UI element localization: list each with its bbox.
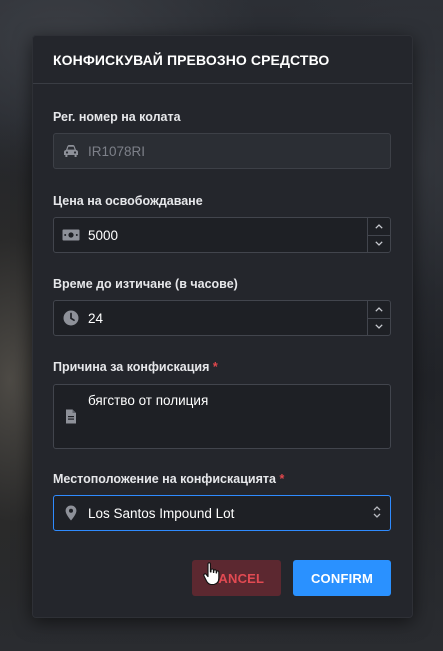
modal-title: КОНФИСКУВАЙ ПРЕВОЗНО СРЕДСТВО bbox=[53, 51, 330, 68]
plate-input: IR1078RI bbox=[53, 133, 391, 169]
reason-value: бягство от полиция bbox=[88, 393, 209, 408]
clock-icon bbox=[54, 310, 88, 326]
required-mark: * bbox=[212, 360, 218, 374]
location-value: Los Santos Impound Lot bbox=[88, 505, 235, 521]
hand-cursor-icon bbox=[203, 562, 220, 586]
expiry-stepper bbox=[367, 301, 390, 335]
impound-vehicle-modal: КОНФИСКУВАЙ ПРЕВОЗНО СРЕДСТВО Рег. номер… bbox=[32, 35, 413, 618]
price-label: Цена на освобождаване bbox=[53, 194, 203, 208]
reason-label-text: Причина за конфискация bbox=[53, 360, 210, 374]
location-label: Местоположение на конфискацията * bbox=[53, 471, 391, 487]
reason-textarea[interactable]: бягство от полиция bbox=[53, 384, 391, 449]
expiry-input[interactable]: 24 bbox=[53, 300, 391, 336]
confirm-button[interactable]: CONFIRM bbox=[293, 560, 391, 596]
plate-field: Рег. номер на колата IR1078RI bbox=[53, 109, 391, 169]
chevron-up-icon bbox=[375, 223, 383, 229]
expiry-decrement-button[interactable] bbox=[368, 317, 390, 336]
chevron-down-icon bbox=[375, 241, 383, 247]
location-label-text: Местоположение на конфискацията bbox=[53, 472, 276, 486]
price-stepper bbox=[367, 218, 390, 252]
map-pin-icon bbox=[54, 505, 88, 521]
document-icon bbox=[54, 385, 88, 448]
chevron-down-icon bbox=[375, 324, 383, 330]
modal-header: КОНФИСКУВАЙ ПРЕВОЗНО СРЕДСТВО bbox=[33, 36, 412, 84]
price-field: Цена на освобождаване 5000 bbox=[53, 193, 391, 253]
location-field: Местоположение на конфискацията * Los Sa… bbox=[53, 471, 391, 531]
required-mark: * bbox=[279, 472, 285, 486]
expiry-increment-button[interactable] bbox=[368, 301, 390, 318]
chevron-up-icon bbox=[375, 306, 383, 312]
expiry-label: Време до изтичане (в часове) bbox=[53, 277, 238, 291]
price-value: 5000 bbox=[88, 227, 119, 243]
location-select[interactable]: Los Santos Impound Lot bbox=[53, 495, 391, 531]
price-decrement-button[interactable] bbox=[368, 234, 390, 253]
reason-field: Причина за конфискация * бягство от поли… bbox=[53, 359, 391, 449]
price-input[interactable]: 5000 bbox=[53, 217, 391, 253]
plate-label: Рег. номер на колата bbox=[53, 110, 181, 124]
price-increment-button[interactable] bbox=[368, 218, 390, 235]
car-icon bbox=[54, 144, 88, 158]
plate-value: IR1078RI bbox=[88, 143, 146, 159]
expiry-field: Време до изтичане (в часове) 24 bbox=[53, 276, 391, 336]
reason-label: Причина за конфискация * bbox=[53, 359, 391, 375]
select-arrows-icon bbox=[373, 505, 381, 524]
expiry-value: 24 bbox=[88, 310, 104, 326]
money-icon bbox=[54, 229, 88, 241]
